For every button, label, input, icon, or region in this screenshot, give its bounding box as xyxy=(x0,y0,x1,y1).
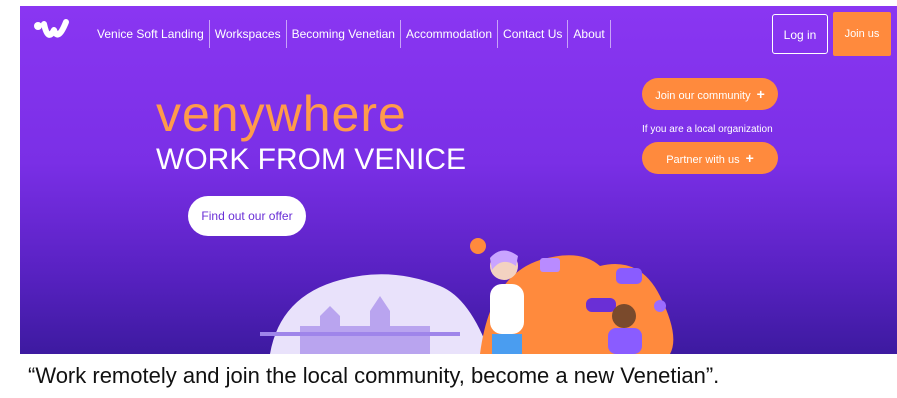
local-organization-text: If you are a local organization xyxy=(642,124,773,135)
venice-illustration xyxy=(260,238,674,354)
nav-item-contact-us[interactable]: Contact Us xyxy=(498,20,569,48)
venywhere-logo[interactable] xyxy=(32,16,76,46)
main-nav: Venice Soft Landing Workspaces Becoming … xyxy=(92,20,611,48)
nav-item-accommodation[interactable]: Accommodation xyxy=(401,20,499,48)
nav-item-becoming-venetian[interactable]: Becoming Venetian xyxy=(287,20,401,48)
hero-subtitle: WORK FROM VENICE xyxy=(156,143,467,176)
nav-item-venice-soft-landing[interactable]: Venice Soft Landing xyxy=(92,20,210,48)
join-community-label: Join our community xyxy=(655,90,751,102)
join-community-button[interactable]: Join our community + xyxy=(642,78,778,110)
login-button[interactable]: Log in xyxy=(772,14,828,54)
find-offer-button[interactable]: Find out our offer xyxy=(188,196,306,236)
join-us-button[interactable]: Join us xyxy=(833,12,891,56)
nav-item-workspaces[interactable]: Workspaces xyxy=(210,20,287,48)
plus-icon: + xyxy=(756,86,765,102)
partner-button[interactable]: Partner with us + xyxy=(642,142,778,174)
quote-caption: “Work remotely and join the local commun… xyxy=(16,356,888,396)
nav-item-about[interactable]: About xyxy=(568,20,611,48)
plus-icon: + xyxy=(745,150,754,166)
partner-label: Partner with us xyxy=(666,154,740,166)
hero-banner: Venice Soft Landing Workspaces Becoming … xyxy=(20,6,897,354)
hero-title: venywhere xyxy=(156,86,407,142)
